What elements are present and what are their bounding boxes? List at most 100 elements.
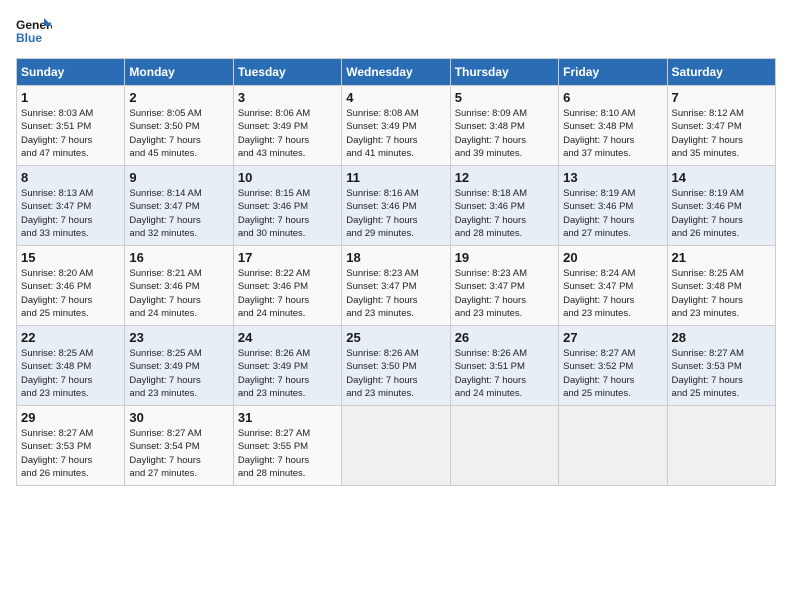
day-number: 13 (563, 170, 662, 185)
day-info: Sunrise: 8:19 AMSunset: 3:46 PMDaylight:… (672, 188, 744, 239)
day-number: 2 (129, 90, 228, 105)
logo-icon: General Blue (16, 16, 52, 46)
calendar-cell: 1 Sunrise: 8:03 AMSunset: 3:51 PMDaylight… (17, 86, 125, 166)
day-number: 26 (455, 330, 554, 345)
calendar-row: 8Sunrise: 8:13 AMSunset: 3:47 PMDaylight… (17, 166, 776, 246)
day-number: 14 (672, 170, 771, 185)
calendar-cell: 29 Sunrise: 8:27 AMSunset: 3:53 PMDayligh… (17, 406, 125, 486)
header-row: SundayMondayTuesdayWednesdayThursdayFrid… (17, 59, 776, 86)
day-number: 18 (346, 250, 445, 265)
calendar-cell: 2 Sunrise: 8:05 AMSunset: 3:50 PMDaylight… (125, 86, 233, 166)
day-info: Sunrise: 8:26 AMSunset: 3:51 PMDaylight:… (455, 348, 527, 399)
day-number: 30 (129, 410, 228, 425)
day-info: Sunrise: 8:08 AMSunset: 3:49 PMDaylight:… (346, 108, 418, 159)
header-saturday: Saturday (667, 59, 775, 86)
calendar-cell (450, 406, 558, 486)
calendar-cell: 16Sunrise: 8:21 AMSunset: 3:46 PMDayligh… (125, 246, 233, 326)
day-number: 7 (672, 90, 771, 105)
day-number: 17 (238, 250, 337, 265)
calendar-row: 15 Sunrise: 8:20 AMSunset: 3:46 PMDayligh… (17, 246, 776, 326)
svg-text:Blue: Blue (16, 31, 42, 45)
logo: General Blue (16, 16, 52, 46)
day-number: 11 (346, 170, 445, 185)
day-info: Sunrise: 8:27 AMSunset: 3:54 PMDaylight:… (129, 428, 201, 479)
calendar-cell (342, 406, 450, 486)
calendar-cell: 3Sunrise: 8:06 AMSunset: 3:49 PMDaylight… (233, 86, 341, 166)
day-number: 15 (21, 250, 120, 265)
calendar-cell: 22 Sunrise: 8:25 AMSunset: 3:48 PMDayligh… (17, 326, 125, 406)
day-info: Sunrise: 8:20 AMSunset: 3:46 PMDaylight:… (21, 268, 93, 319)
calendar-cell: 15 Sunrise: 8:20 AMSunset: 3:46 PMDayligh… (17, 246, 125, 326)
calendar-cell: 10 Sunrise: 8:15 AMSunset: 3:46 PMDayligh… (233, 166, 341, 246)
day-number: 24 (238, 330, 337, 345)
day-number: 1 (21, 90, 120, 105)
calendar-cell: 6 Sunrise: 8:10 AMSunset: 3:48 PMDaylight… (559, 86, 667, 166)
day-info: Sunrise: 8:26 AMSunset: 3:49 PMDaylight:… (238, 348, 310, 399)
calendar-cell: 28Sunrise: 8:27 AMSunset: 3:53 PMDayligh… (667, 326, 775, 406)
calendar-row: 22 Sunrise: 8:25 AMSunset: 3:48 PMDayligh… (17, 326, 776, 406)
day-number: 10 (238, 170, 337, 185)
day-info: Sunrise: 8:27 AMSunset: 3:55 PMDaylight:… (238, 428, 310, 479)
day-number: 12 (455, 170, 554, 185)
calendar-cell: 30 Sunrise: 8:27 AMSunset: 3:54 PMDayligh… (125, 406, 233, 486)
calendar-cell: 13 Sunrise: 8:19 AMSunset: 3:46 PMDayligh… (559, 166, 667, 246)
day-info: Sunrise: 8:14 AMSunset: 3:47 PMDaylight:… (129, 188, 201, 239)
day-info: Sunrise: 8:03 AMSunset: 3:51 PMDaylight:… (21, 108, 93, 159)
day-info: Sunrise: 8:12 AMSunset: 3:47 PMDaylight:… (672, 108, 744, 159)
day-number: 28 (672, 330, 771, 345)
calendar-cell: 31 Sunrise: 8:27 AMSunset: 3:55 PMDayligh… (233, 406, 341, 486)
calendar-cell: 21 Sunrise: 8:25 AMSunset: 3:48 PMDayligh… (667, 246, 775, 326)
day-number: 23 (129, 330, 228, 345)
calendar-cell: 26 Sunrise: 8:26 AMSunset: 3:51 PMDayligh… (450, 326, 558, 406)
day-info: Sunrise: 8:25 AMSunset: 3:49 PMDaylight:… (129, 348, 201, 399)
header-sunday: Sunday (17, 59, 125, 86)
day-info: Sunrise: 8:25 AMSunset: 3:48 PMDaylight:… (21, 348, 93, 399)
day-info: Sunrise: 8:19 AMSunset: 3:46 PMDaylight:… (563, 188, 635, 239)
calendar-cell: 20 Sunrise: 8:24 AMSunset: 3:47 PMDayligh… (559, 246, 667, 326)
calendar-cell: 11Sunrise: 8:16 AMSunset: 3:46 PMDayligh… (342, 166, 450, 246)
calendar-cell: 14 Sunrise: 8:19 AMSunset: 3:46 PMDayligh… (667, 166, 775, 246)
calendar-cell: 25 Sunrise: 8:26 AMSunset: 3:50 PMDayligh… (342, 326, 450, 406)
day-number: 22 (21, 330, 120, 345)
calendar-cell: 24 Sunrise: 8:26 AMSunset: 3:49 PMDayligh… (233, 326, 341, 406)
day-info: Sunrise: 8:27 AMSunset: 3:52 PMDaylight:… (563, 348, 635, 399)
header-monday: Monday (125, 59, 233, 86)
calendar-cell: 23 Sunrise: 8:25 AMSunset: 3:49 PMDayligh… (125, 326, 233, 406)
day-number: 21 (672, 250, 771, 265)
day-number: 8 (21, 170, 120, 185)
day-info: Sunrise: 8:23 AMSunset: 3:47 PMDaylight:… (455, 268, 527, 319)
calendar-cell: 19Sunrise: 8:23 AMSunset: 3:47 PMDayligh… (450, 246, 558, 326)
page-header: General Blue (16, 16, 776, 46)
calendar-cell: 8Sunrise: 8:13 AMSunset: 3:47 PMDaylight… (17, 166, 125, 246)
day-info: Sunrise: 8:24 AMSunset: 3:47 PMDaylight:… (563, 268, 635, 319)
calendar-cell: 7 Sunrise: 8:12 AMSunset: 3:47 PMDaylight… (667, 86, 775, 166)
header-thursday: Thursday (450, 59, 558, 86)
day-number: 25 (346, 330, 445, 345)
day-info: Sunrise: 8:27 AMSunset: 3:53 PMDaylight:… (21, 428, 93, 479)
day-info: Sunrise: 8:26 AMSunset: 3:50 PMDaylight:… (346, 348, 418, 399)
calendar-table: SundayMondayTuesdayWednesdayThursdayFrid… (16, 58, 776, 486)
day-info: Sunrise: 8:06 AMSunset: 3:49 PMDaylight:… (238, 108, 310, 159)
day-number: 6 (563, 90, 662, 105)
header-tuesday: Tuesday (233, 59, 341, 86)
day-info: Sunrise: 8:25 AMSunset: 3:48 PMDaylight:… (672, 268, 744, 319)
day-info: Sunrise: 8:23 AMSunset: 3:47 PMDaylight:… (346, 268, 418, 319)
header-wednesday: Wednesday (342, 59, 450, 86)
calendar-cell (559, 406, 667, 486)
day-number: 31 (238, 410, 337, 425)
calendar-cell: 4Sunrise: 8:08 AMSunset: 3:49 PMDaylight… (342, 86, 450, 166)
calendar-row: 29 Sunrise: 8:27 AMSunset: 3:53 PMDayligh… (17, 406, 776, 486)
day-info: Sunrise: 8:05 AMSunset: 3:50 PMDaylight:… (129, 108, 201, 159)
calendar-cell: 18 Sunrise: 8:23 AMSunset: 3:47 PMDayligh… (342, 246, 450, 326)
day-number: 27 (563, 330, 662, 345)
calendar-cell: 9 Sunrise: 8:14 AMSunset: 3:47 PMDaylight… (125, 166, 233, 246)
day-info: Sunrise: 8:15 AMSunset: 3:46 PMDaylight:… (238, 188, 310, 239)
day-info: Sunrise: 8:10 AMSunset: 3:48 PMDaylight:… (563, 108, 635, 159)
day-number: 9 (129, 170, 228, 185)
day-info: Sunrise: 8:09 AMSunset: 3:48 PMDaylight:… (455, 108, 527, 159)
day-number: 20 (563, 250, 662, 265)
day-number: 29 (21, 410, 120, 425)
calendar-cell: 27 Sunrise: 8:27 AMSunset: 3:52 PMDayligh… (559, 326, 667, 406)
calendar-cell: 17Sunrise: 8:22 AMSunset: 3:46 PMDayligh… (233, 246, 341, 326)
day-number: 5 (455, 90, 554, 105)
